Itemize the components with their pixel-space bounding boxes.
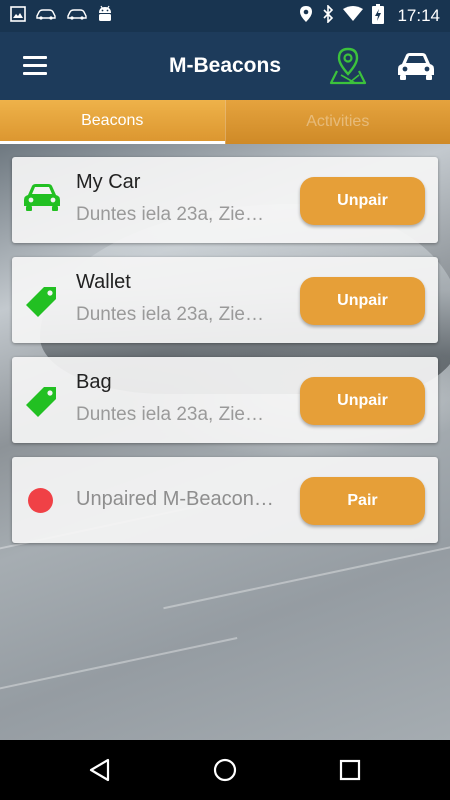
car-icon — [396, 53, 436, 86]
android-icon — [97, 5, 113, 28]
car-icon — [35, 7, 57, 25]
unpair-button[interactable]: Unpair — [300, 277, 425, 325]
unpair-button[interactable]: Unpair — [300, 377, 425, 425]
beacon-name: Wallet — [76, 271, 131, 293]
tab-activities[interactable]: Activities — [224, 100, 450, 144]
unpair-button[interactable]: Unpair — [300, 177, 425, 225]
battery-charging-icon — [372, 3, 385, 29]
tab-bar: Beacons Activities — [0, 100, 450, 144]
car-icon — [22, 181, 62, 219]
beacon-address: Duntes iela 23a, Zie… — [76, 404, 264, 425]
back-icon[interactable] — [86, 756, 114, 784]
recents-icon[interactable] — [336, 756, 364, 784]
pair-button[interactable]: Pair — [300, 477, 425, 525]
status-left-icons — [10, 5, 113, 28]
beacon-list-area: My Car Duntes iela 23a, Zie… Unpair Wall… — [0, 144, 450, 740]
background-streak — [0, 636, 238, 694]
beacon-address: Duntes iela 23a, Zie… — [76, 304, 264, 325]
beacon-name: My Car — [76, 171, 141, 193]
location-icon — [299, 5, 313, 28]
navigation-bar — [0, 740, 450, 800]
car-icon — [66, 7, 88, 25]
wifi-icon — [343, 5, 364, 27]
status-bar: 17:14 — [0, 0, 450, 32]
beacon-card-unpaired[interactable]: Unpaired M-Beacon… Pair — [12, 457, 438, 543]
status-time: 17:14 — [397, 6, 440, 25]
image-icon — [10, 5, 26, 27]
beacon-card-my-car[interactable]: My Car Duntes iela 23a, Zie… Unpair — [12, 157, 438, 243]
beacon-name: Bag — [76, 371, 112, 393]
beacon-address: Duntes iela 23a, Zie… — [76, 204, 264, 225]
menu-button[interactable] — [22, 54, 48, 78]
status-right-icons: 17:14 — [299, 3, 440, 29]
beacon-name: Unpaired M-Beacon… — [76, 488, 274, 510]
bluetooth-icon — [322, 3, 334, 28]
menu-icon — [22, 56, 48, 80]
tag-icon — [22, 281, 62, 319]
home-icon[interactable] — [211, 756, 239, 784]
background-streak — [163, 540, 450, 610]
map-button[interactable] — [327, 45, 369, 87]
car-button[interactable] — [396, 50, 436, 82]
beacon-card-bag[interactable]: Bag Duntes iela 23a, Zie… Unpair — [12, 357, 438, 443]
beacon-card-wallet[interactable]: Wallet Duntes iela 23a, Zie… Unpair — [12, 257, 438, 343]
tag-icon — [22, 381, 62, 419]
map-pin-icon — [327, 47, 369, 91]
app-bar: M-Beacons — [0, 32, 450, 100]
app-title: M-Beacons — [168, 54, 282, 77]
red-dot-icon — [28, 488, 53, 513]
tab-beacons[interactable]: Beacons — [0, 100, 225, 144]
